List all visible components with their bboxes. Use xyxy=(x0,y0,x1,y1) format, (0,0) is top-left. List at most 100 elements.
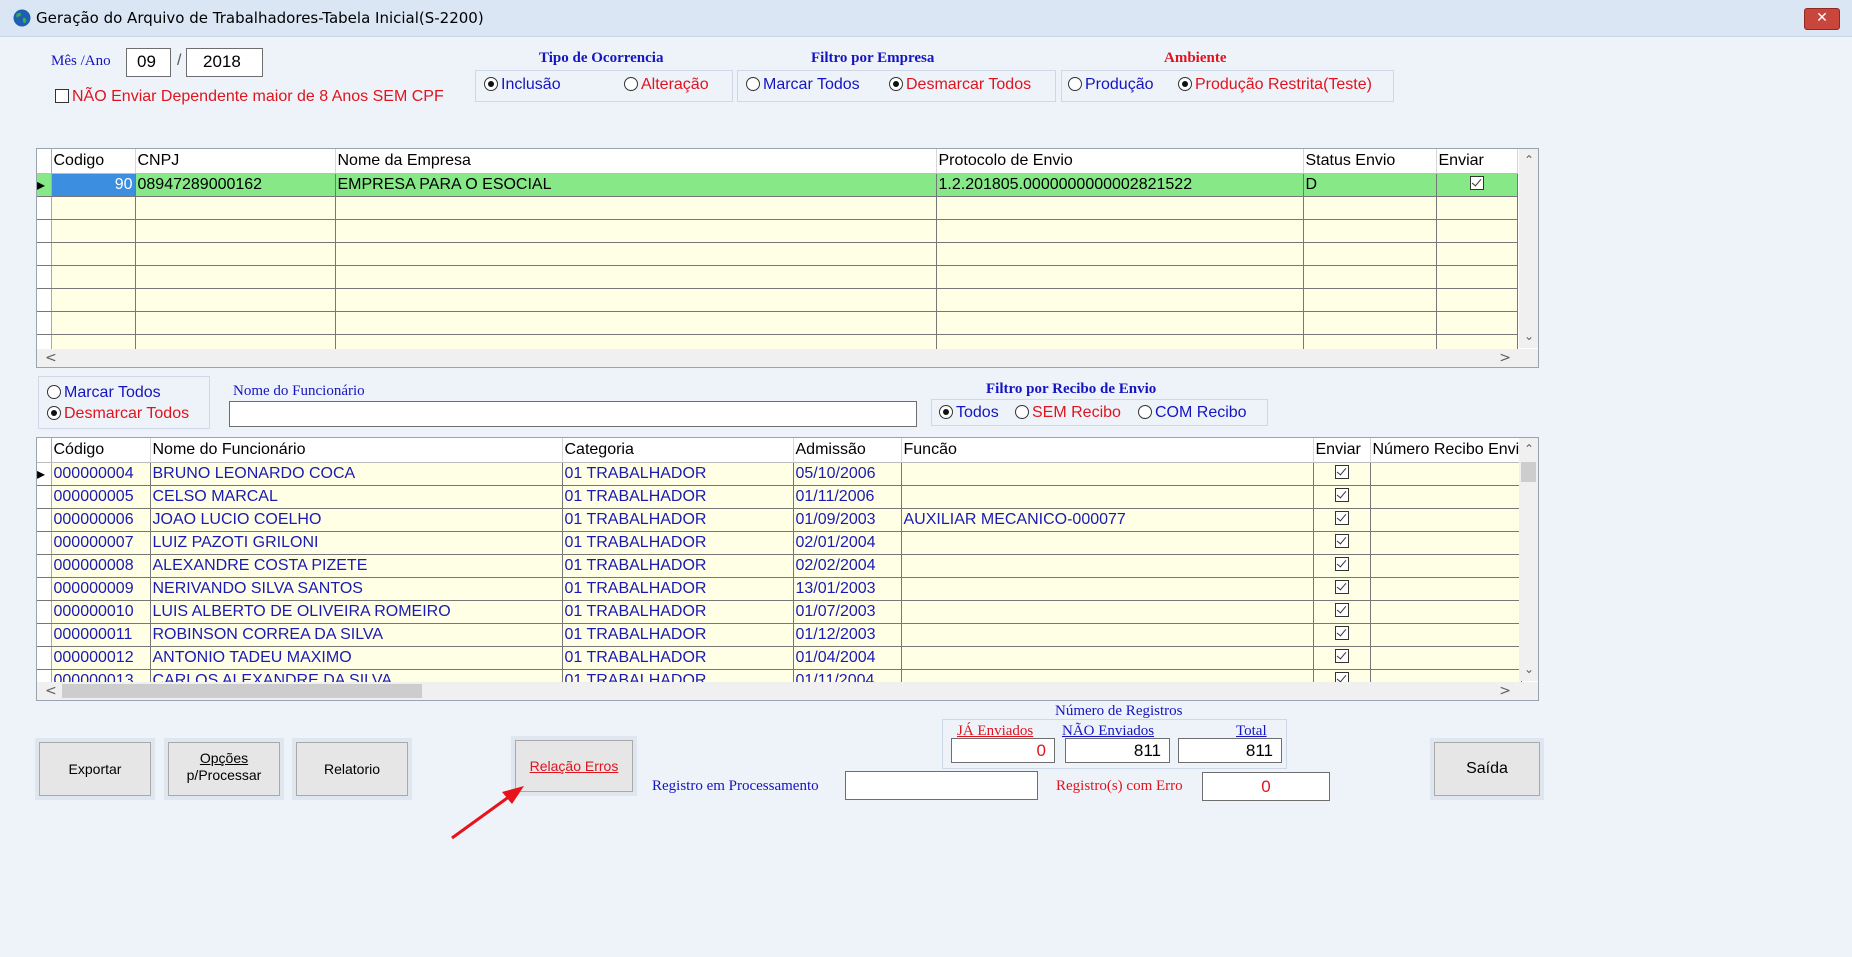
table-row[interactable]: 000000009 NERIVANDO SILVA SANTOS 01 TRABAL… xyxy=(37,577,1523,601)
radio-funcionario-desmarcar-todos[interactable]: Desmarcar Todos xyxy=(47,405,189,423)
employee-code-cell[interactable]: 000000007 xyxy=(51,531,151,555)
employees-horizontal-scrollbar[interactable]: < > xyxy=(37,682,1538,700)
employee-recibo-cell[interactable] xyxy=(1370,600,1523,624)
column-header[interactable]: Codigo xyxy=(51,149,136,174)
employee-code-cell[interactable]: 000000011 xyxy=(51,623,151,647)
employee-name-cell[interactable]: ANTONIO TADEU MAXIMO xyxy=(150,646,563,670)
scroll-left-icon[interactable]: < xyxy=(45,683,57,699)
companies-vertical-scrollbar[interactable]: ⌃ ⌄ xyxy=(1519,149,1538,348)
employee-recibo-cell[interactable] xyxy=(1370,531,1523,555)
employee-admission-cell[interactable]: 01/07/2003 xyxy=(793,600,902,624)
table-row[interactable]: 000000010 LUIS ALBERTO DE OLIVEIRA ROMEIR… xyxy=(37,600,1523,624)
company-code-cell[interactable]: 90 xyxy=(51,173,136,197)
employees-grid[interactable]: Código Nome do Funcionário Categoria Adm… xyxy=(36,437,1539,701)
employee-name-cell[interactable]: CELSO MARCAL xyxy=(150,485,563,509)
employee-category-cell[interactable]: 01 TRABALHADOR xyxy=(562,554,794,578)
employee-code-cell[interactable]: 000000010 xyxy=(51,600,151,624)
employee-admission-cell[interactable]: 13/01/2003 xyxy=(793,577,902,601)
employee-enviar-cell[interactable] xyxy=(1313,462,1371,486)
checkbox-checked-icon[interactable] xyxy=(1334,556,1349,571)
column-header[interactable]: Nome da Empresa xyxy=(335,149,937,174)
ja-enviados-field[interactable]: 0 xyxy=(951,738,1055,763)
employee-recibo-cell[interactable] xyxy=(1370,485,1523,509)
company-status-cell[interactable]: D xyxy=(1303,173,1437,197)
employee-category-cell[interactable]: 01 TRABALHADOR xyxy=(562,485,794,509)
nome-funcionario-input[interactable] xyxy=(229,401,917,427)
employee-category-cell[interactable]: 01 TRABALHADOR xyxy=(562,531,794,555)
column-header[interactable]: Número Recibo Envi xyxy=(1370,438,1523,463)
checkbox-checked-icon[interactable] xyxy=(1334,648,1349,663)
scroll-thumb[interactable] xyxy=(62,684,422,698)
employee-name-cell[interactable]: JOAO LUCIO COELHO xyxy=(150,508,563,532)
scroll-left-icon[interactable]: < xyxy=(45,350,57,366)
checkbox-checked-icon[interactable] xyxy=(1334,464,1349,479)
scroll-thumb[interactable] xyxy=(1521,462,1536,482)
employee-code-cell[interactable]: 000000005 xyxy=(51,485,151,509)
close-button[interactable]: ✕ xyxy=(1804,8,1840,30)
employee-category-cell[interactable]: 01 TRABALHADOR xyxy=(562,508,794,532)
employee-category-cell[interactable]: 01 TRABALHADOR xyxy=(562,462,794,486)
company-enviar-cell[interactable] xyxy=(1436,173,1518,197)
employee-enviar-cell[interactable] xyxy=(1313,577,1371,601)
employee-name-cell[interactable]: BRUNO LEONARDO COCA xyxy=(150,462,563,486)
checkbox-checked-icon[interactable] xyxy=(1334,579,1349,594)
column-header[interactable]: Enviar xyxy=(1436,149,1518,174)
scroll-up-icon[interactable]: ⌃ xyxy=(1524,153,1534,167)
employee-code-cell[interactable]: 000000008 xyxy=(51,554,151,578)
radio-recibo-sem[interactable]: SEM Recibo xyxy=(1015,404,1121,422)
table-row[interactable]: 000000011 ROBINSON CORREA DA SILVA 01 TRAB… xyxy=(37,623,1523,647)
employee-function-cell[interactable] xyxy=(901,646,1314,670)
employee-code-cell[interactable]: 000000004 xyxy=(51,462,151,486)
radio-producao-restrita[interactable]: Produção Restrita(Teste) xyxy=(1178,76,1372,94)
dependent-checkbox-box[interactable] xyxy=(55,89,69,103)
employee-name-cell[interactable]: LUIS ALBERTO DE OLIVEIRA ROMEIRO xyxy=(150,600,563,624)
radio-inclusao[interactable]: Inclusão xyxy=(484,76,561,94)
radio-empresa-desmarcar-todos[interactable]: Desmarcar Todos xyxy=(889,76,1031,94)
employee-function-cell[interactable] xyxy=(901,554,1314,578)
nao-enviados-field[interactable]: 811 xyxy=(1065,738,1170,763)
employee-function-cell[interactable]: AUXILIAR MECANICO-000077 xyxy=(901,508,1314,532)
column-header[interactable]: Enviar xyxy=(1313,438,1371,463)
employee-enviar-cell[interactable] xyxy=(1313,531,1371,555)
employee-name-cell[interactable]: ROBINSON CORREA DA SILVA xyxy=(150,623,563,647)
radio-alteracao[interactable]: Alteração xyxy=(624,76,709,94)
column-header[interactable]: Código xyxy=(51,438,151,463)
employee-admission-cell[interactable]: 01/11/2006 xyxy=(793,485,902,509)
column-header[interactable]: CNPJ xyxy=(135,149,336,174)
company-name-cell[interactable]: EMPRESA PARA O ESOCIAL xyxy=(335,173,937,197)
radio-producao[interactable]: Produção xyxy=(1068,76,1154,94)
employee-function-cell[interactable] xyxy=(901,577,1314,601)
employee-recibo-cell[interactable] xyxy=(1370,577,1523,601)
checkbox-checked-icon[interactable] xyxy=(1334,487,1349,502)
employee-name-cell[interactable]: NERIVANDO SILVA SANTOS xyxy=(150,577,563,601)
column-header[interactable]: Status Envio xyxy=(1303,149,1437,174)
checkbox-checked-icon[interactable] xyxy=(1469,175,1484,190)
table-row[interactable]: 000000008 ALEXANDRE COSTA PIZETE 01 TRABAL… xyxy=(37,554,1523,578)
employee-admission-cell[interactable]: 02/01/2004 xyxy=(793,531,902,555)
radio-funcionario-marcar-todos[interactable]: Marcar Todos xyxy=(47,384,161,402)
radio-recibo-com[interactable]: COM Recibo xyxy=(1138,404,1247,422)
column-header[interactable]: Categoria xyxy=(562,438,794,463)
employee-admission-cell[interactable]: 05/10/2006 xyxy=(793,462,902,486)
employee-recibo-cell[interactable] xyxy=(1370,554,1523,578)
radio-recibo-todos[interactable]: Todos xyxy=(939,404,999,422)
employee-name-cell[interactable]: LUIZ PAZOTI GRILONI xyxy=(150,531,563,555)
checkbox-checked-icon[interactable] xyxy=(1334,533,1349,548)
employee-admission-cell[interactable]: 01/12/2003 xyxy=(793,623,902,647)
scroll-up-icon[interactable]: ⌃ xyxy=(1524,442,1534,456)
table-row[interactable]: 000000007 LUIZ PAZOTI GRILONI 01 TRABALHAD… xyxy=(37,531,1523,555)
table-row[interactable]: 000000006 JOAO LUCIO COELHO 01 TRABALHADOR… xyxy=(37,508,1523,532)
employee-function-cell[interactable] xyxy=(901,485,1314,509)
employee-function-cell[interactable] xyxy=(901,600,1314,624)
scroll-right-icon[interactable]: > xyxy=(1499,350,1511,366)
company-protocol-cell[interactable]: 1.2.201805.0000000000002821522 xyxy=(936,173,1304,197)
checkbox-checked-icon[interactable] xyxy=(1334,625,1349,640)
employee-recibo-cell[interactable] xyxy=(1370,623,1523,647)
employee-recibo-cell[interactable] xyxy=(1370,646,1523,670)
scroll-down-icon[interactable]: ⌄ xyxy=(1524,329,1534,343)
employee-code-cell[interactable]: 000000006 xyxy=(51,508,151,532)
table-row[interactable]: ▸ 90 08947289000162 EMPRESA PARA O ESOCI… xyxy=(37,173,1518,197)
employee-code-cell[interactable]: 000000009 xyxy=(51,577,151,601)
relatorio-button[interactable]: Relatorio xyxy=(292,738,412,800)
employee-admission-cell[interactable]: 02/02/2004 xyxy=(793,554,902,578)
